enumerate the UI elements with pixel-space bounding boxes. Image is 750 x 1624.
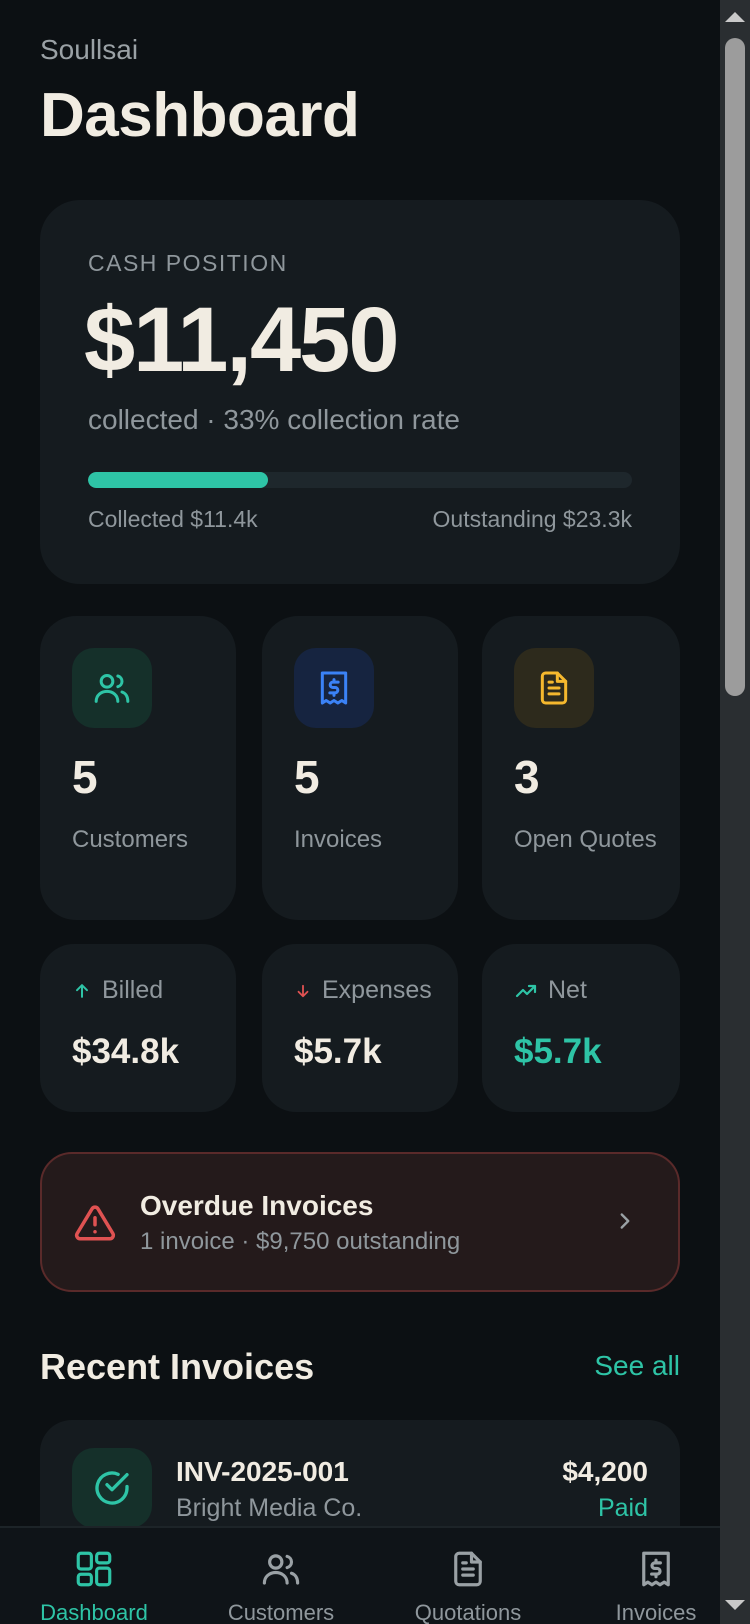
expenses-label: Expenses [322,976,432,1004]
billed-label: Billed [102,976,164,1004]
billed-card: Billed $34.8k [40,944,236,1112]
nav-item-invoices[interactable]: Invoices [566,1528,720,1624]
open-quotes-count: 3 [514,751,540,803]
scrollbar-thumb[interactable] [725,38,745,696]
overdue-invoices-alert[interactable]: Overdue Invoices 1 invoice · $9,750 outs… [40,1152,680,1292]
collected-amount: Collected $11.4k [88,506,258,532]
receipt-icon [642,1551,670,1587]
billed-header: Billed [72,976,163,1005]
check-circle-icon [72,1448,152,1528]
trending-up-icon [515,984,537,997]
cash-position-card: CASH POSITION $11,450 collected · 33% co… [40,200,680,584]
users-icon [262,1554,300,1585]
arrow-down-icon [297,984,309,997]
vertical-scrollbar[interactable] [720,0,750,1624]
recent-invoices-title: Recent Invoices [40,1346,315,1387]
page-title: Dashboard [40,81,360,150]
nav-item-dashboard[interactable]: Dashboard [4,1528,184,1624]
scroll-up-arrow-icon[interactable] [725,12,745,22]
customers-label: Customers [72,826,189,853]
nav-label-quotations: Quotations [414,1600,522,1624]
overdue-title: Overdue Invoices [140,1190,374,1221]
outstanding-amount: Outstanding $23.3k [432,506,632,532]
nav-label-customers: Customers [227,1600,335,1624]
cash-position-label: CASH POSITION [88,250,288,276]
customers-count: 5 [72,751,98,803]
invoice-amount: $4,200 [562,1456,648,1487]
invoices-label: Invoices [294,826,383,853]
expenses-value: $5.7k [294,1032,382,1071]
cash-subtitle: collected · 33% collection rate [88,404,460,435]
users-icon [72,648,152,728]
receipt-icon [294,648,374,728]
invoice-customer: Bright Media Co. [176,1494,363,1522]
collection-progress-fill [88,472,268,488]
see-all-link[interactable]: See all [594,1350,680,1382]
document-icon [514,648,594,728]
nav-label-dashboard: Dashboard [40,1600,148,1624]
dashboard-icon [76,1551,112,1587]
net-label: Net [548,976,587,1004]
billed-value: $34.8k [72,1032,180,1071]
open-quotes-label: Open Quotes [514,826,657,853]
dashboard-screen: Soullsai Dashboard CASH POSITION $11,450… [0,0,720,1624]
company-name: Soullsai [40,34,139,65]
arrow-up-icon [76,983,88,998]
customers-stat-card[interactable]: 5 Customers [40,616,236,920]
invoice-number: INV-2025-001 [176,1456,349,1487]
nav-item-customers[interactable]: Customers [191,1528,371,1624]
expenses-header: Expenses [294,976,432,1005]
overdue-subtitle: 1 invoice · $9,750 outstanding [140,1228,461,1255]
chevron-right-icon [612,1208,638,1239]
invoices-count: 5 [294,751,320,803]
nav-item-quotations[interactable]: Quotations [378,1528,558,1624]
net-value: $5.7k [514,1032,602,1071]
net-card: Net $5.7k [482,944,680,1112]
open-quotes-stat-card[interactable]: 3 Open Quotes [482,616,680,920]
expenses-card: Expenses $5.7k [262,944,458,1112]
invoice-status: Paid [597,1494,648,1522]
net-header: Net [514,976,587,1005]
collection-progress-bar [88,472,632,488]
warning-icon [74,1202,116,1249]
document-icon [454,1551,482,1587]
bottom-nav: Dashboard Customers Quotations Invoices [0,1526,720,1624]
invoices-stat-card[interactable]: 5 Invoices [262,616,458,920]
cash-amount: $11,450 [84,289,399,391]
scroll-down-arrow-icon[interactable] [725,1600,745,1610]
nav-label-invoices: Invoices [615,1600,697,1624]
